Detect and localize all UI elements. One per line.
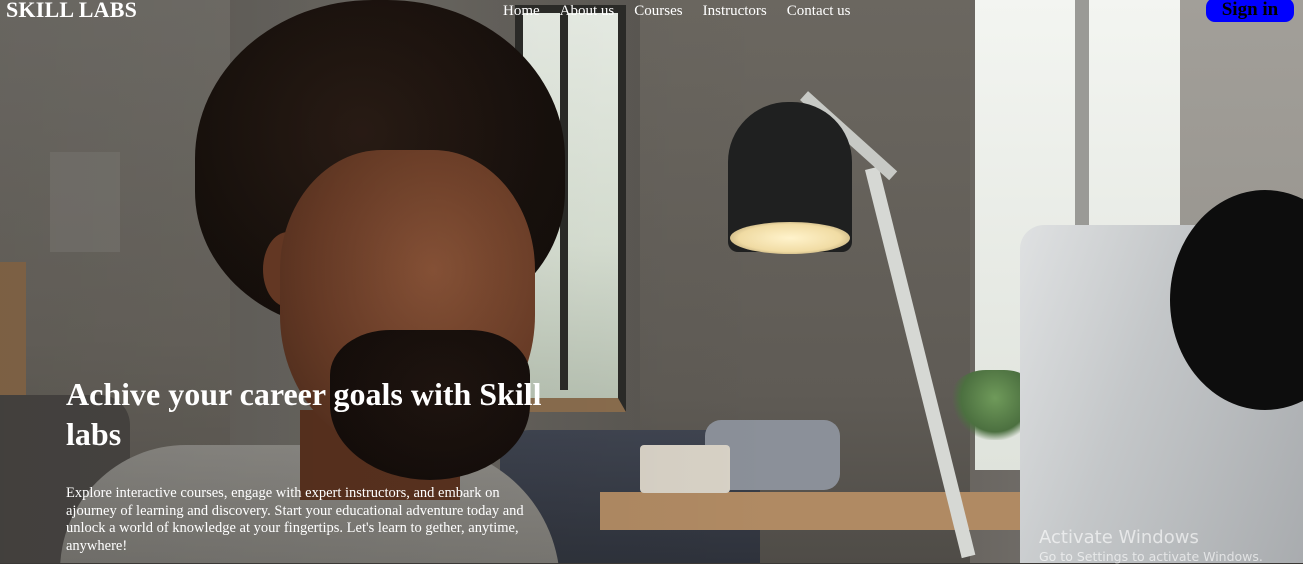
hero-description: Explore interactive courses, engage with… <box>66 485 524 554</box>
nav-link-home[interactable]: Home <box>503 3 540 20</box>
hero-title: Achive your career goals with Skill labs <box>66 376 542 452</box>
main-nav: Home About us Courses Instructors Contac… <box>503 3 851 20</box>
sign-in-button[interactable]: Sign in <box>1206 0 1294 22</box>
nav-link-contact-us[interactable]: Contact us <box>787 3 851 20</box>
nav-link-about-us[interactable]: About us <box>560 3 615 20</box>
nav-link-instructors[interactable]: Instructors <box>703 3 767 20</box>
nav-link-courses[interactable]: Courses <box>634 3 682 20</box>
watermark-subtitle: Go to Settings to activate Windows. <box>1039 549 1263 564</box>
site-logo[interactable]: SKILL LABS <box>6 0 137 23</box>
activate-windows-watermark: Activate Windows Go to Settings to activ… <box>1039 527 1263 564</box>
hero-background-image <box>0 0 1303 563</box>
watermark-title: Activate Windows <box>1039 527 1199 548</box>
